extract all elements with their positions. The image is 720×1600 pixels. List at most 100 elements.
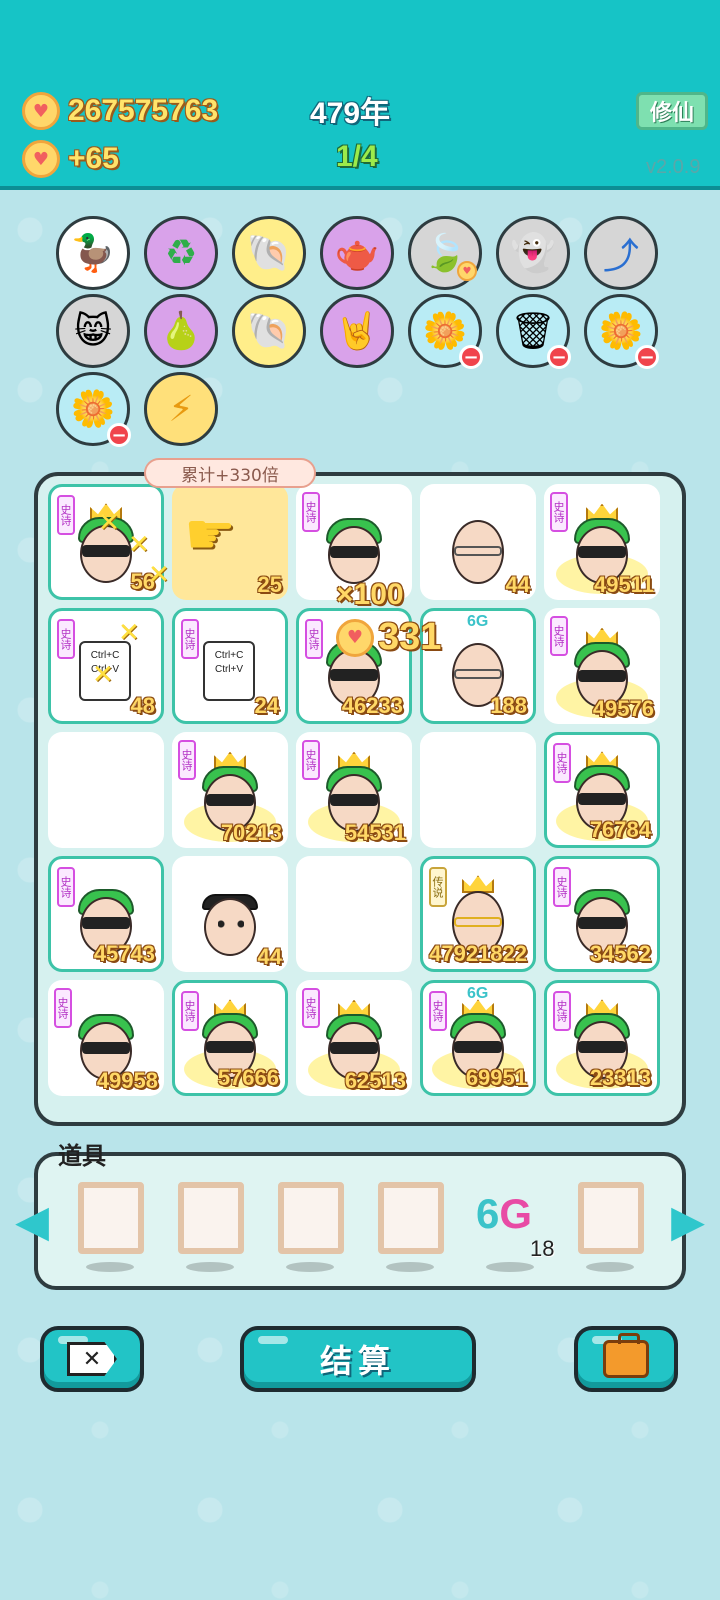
cell-value: 49511 bbox=[594, 572, 654, 597]
trash-bag-icon[interactable]: 🗑 − bbox=[496, 294, 571, 369]
items-label: 道具 bbox=[58, 1142, 106, 1170]
cell-value: 188 bbox=[490, 693, 527, 718]
plain-face-icon bbox=[196, 880, 264, 958]
board-cell[interactable]: 史诗 23313 bbox=[544, 980, 660, 1096]
cell-value: 24 bbox=[254, 693, 279, 718]
bonus-popup: ♥ 331 bbox=[336, 616, 441, 659]
scroll-right-arrow-icon[interactable]: ▶ bbox=[668, 1190, 708, 1252]
shell-icon[interactable]: 🐚 bbox=[232, 294, 306, 368]
cell-value: 25 bbox=[257, 572, 282, 597]
top-bar: ♥ 267575763 ♥ +65 479年 1/4 修仙 v2.0.9 bbox=[0, 0, 720, 190]
coin-income-value: +65 bbox=[68, 142, 119, 175]
board-cell[interactable]: 44 bbox=[172, 856, 288, 972]
remove-icon[interactable]: − bbox=[547, 345, 571, 369]
board-cell[interactable]: 史诗 49576 bbox=[544, 608, 660, 724]
flower-pot-icon[interactable]: 🌼 − bbox=[56, 372, 131, 447]
settle-button[interactable]: 结算 bbox=[240, 1326, 476, 1392]
item-slot[interactable] bbox=[78, 1182, 144, 1254]
cell-value: 49576 bbox=[592, 696, 654, 721]
flower-pot-icon[interactable]: 🌼 − bbox=[408, 294, 483, 369]
scroll-left-arrow-icon[interactable]: ◀ bbox=[12, 1190, 52, 1252]
duck-pot-icon[interactable]: 🦆 bbox=[56, 216, 130, 290]
item-slot[interactable] bbox=[578, 1182, 644, 1254]
epic-tag: 史诗 bbox=[54, 988, 72, 1028]
epic-tag: 史诗 bbox=[550, 616, 568, 656]
cat-face-icon[interactable]: 😸 bbox=[56, 294, 130, 368]
cultivate-button[interactable]: 修仙 bbox=[636, 92, 708, 130]
slot-shadow bbox=[586, 1262, 634, 1272]
cell-value: 62513 bbox=[344, 1068, 406, 1093]
round-counter: 1/4 bbox=[336, 140, 378, 173]
cumulative-multiplier-tooltip: 累计+330倍 bbox=[144, 458, 316, 488]
multiplier-popup: ×100 bbox=[336, 578, 404, 611]
board-cell[interactable]: 史诗 54531 bbox=[296, 732, 412, 848]
sixg-item-count: 18 bbox=[530, 1236, 555, 1261]
sparkle-icon: ✕ bbox=[128, 530, 150, 560]
remove-icon[interactable]: − bbox=[107, 423, 131, 447]
board-cell[interactable]: 史诗 6G 69951 bbox=[420, 980, 536, 1096]
board-cell-empty[interactable] bbox=[420, 732, 536, 848]
copy-card-icon: Ctrl+C Ctrl+V bbox=[203, 635, 271, 701]
board-cell[interactable]: 史诗 70213 bbox=[172, 732, 288, 848]
sparkle-icon: ✕ bbox=[98, 508, 120, 538]
coin-icon: ♥ bbox=[22, 92, 60, 130]
cell-value: 23313 bbox=[589, 1065, 651, 1090]
coin-total: ♥ 267575763 bbox=[22, 92, 218, 130]
flower-pot-icon[interactable]: 🌼 − bbox=[584, 294, 659, 369]
sparkle-icon: ✕ bbox=[148, 560, 170, 590]
arrow-card-icon[interactable]: ⤴ bbox=[584, 216, 658, 290]
ghost-icon[interactable]: 👻 bbox=[496, 216, 570, 290]
coin-icon: ♥ bbox=[336, 618, 374, 657]
board-cell[interactable]: 史诗 76784 bbox=[544, 732, 660, 848]
backpack-button[interactable] bbox=[574, 1326, 678, 1392]
epic-tag: 史诗 bbox=[302, 492, 320, 532]
epic-tag: 史诗 bbox=[302, 988, 320, 1028]
board-cell-empty[interactable] bbox=[48, 732, 164, 848]
pointing-hand-icon: ☛ bbox=[184, 500, 236, 568]
coin-icon: ♥ bbox=[22, 140, 60, 178]
sixg-item[interactable]: 6G bbox=[476, 1190, 532, 1238]
coin-income: ♥ +65 bbox=[22, 140, 119, 178]
cell-value: 76784 bbox=[589, 817, 651, 842]
board-cell[interactable]: 史诗 45743 bbox=[48, 856, 164, 972]
board-cell[interactable]: 史诗 49511 bbox=[544, 484, 660, 600]
lightning-icon[interactable]: ⚡ bbox=[144, 372, 218, 446]
delete-button[interactable]: ✕ bbox=[40, 1326, 144, 1392]
grapefruit-icon[interactable]: 🍐 bbox=[144, 294, 218, 368]
board-cell[interactable]: 史诗 62513 bbox=[296, 980, 412, 1096]
remove-icon[interactable]: − bbox=[635, 345, 659, 369]
shell-icon[interactable]: 🐚 bbox=[232, 216, 306, 290]
item-slot[interactable] bbox=[178, 1182, 244, 1254]
board-cell[interactable]: 44 bbox=[420, 484, 536, 600]
board-cell[interactable]: 史诗 34562 bbox=[544, 856, 660, 972]
board-cell-empty[interactable] bbox=[296, 856, 412, 972]
year-counter: 479年 bbox=[310, 97, 391, 130]
leaf-icon[interactable]: 🍃 ♥ bbox=[408, 216, 482, 290]
settle-button-label: 结算 bbox=[319, 1342, 396, 1380]
rock-hand-icon[interactable]: 🤘 bbox=[320, 294, 394, 368]
cell-value: 44 bbox=[257, 944, 282, 969]
recycle-icon[interactable]: ♻ bbox=[144, 216, 218, 290]
board-cell[interactable]: 史诗 57666 bbox=[172, 980, 288, 1096]
cell-value: 54531 bbox=[344, 820, 406, 845]
gravy-boat-icon[interactable]: 🫖 bbox=[320, 216, 394, 290]
remove-icon[interactable]: − bbox=[459, 345, 483, 369]
epic-tag: 史诗 bbox=[302, 740, 320, 780]
coin-total-value: 267575763 bbox=[68, 94, 219, 127]
cell-value: 44 bbox=[505, 572, 530, 597]
sixg-badge: 6G bbox=[467, 613, 489, 630]
epic-tag: 史诗 bbox=[181, 619, 199, 659]
cell-value: 49958 bbox=[96, 1068, 158, 1093]
game-board: 史诗 56 25 史诗 44 史诗 49511 史诗 Ctrl+C Ctrl+V … bbox=[34, 472, 686, 1126]
cell-value: 48 bbox=[130, 693, 155, 718]
board-cell[interactable]: 传说 47921822 bbox=[420, 856, 536, 972]
sparkle-icon: ✕ bbox=[118, 618, 140, 648]
slot-shadow bbox=[286, 1262, 334, 1272]
item-slot[interactable] bbox=[378, 1182, 444, 1254]
green-hair-face-icon bbox=[320, 508, 388, 586]
board-cell[interactable]: 史诗 49958 bbox=[48, 980, 164, 1096]
board-cell[interactable]: 史诗 Ctrl+C Ctrl+V 24 bbox=[172, 608, 288, 724]
slot-shadow bbox=[486, 1262, 534, 1272]
item-slot[interactable] bbox=[278, 1182, 344, 1254]
cell-value: 70213 bbox=[220, 820, 282, 845]
